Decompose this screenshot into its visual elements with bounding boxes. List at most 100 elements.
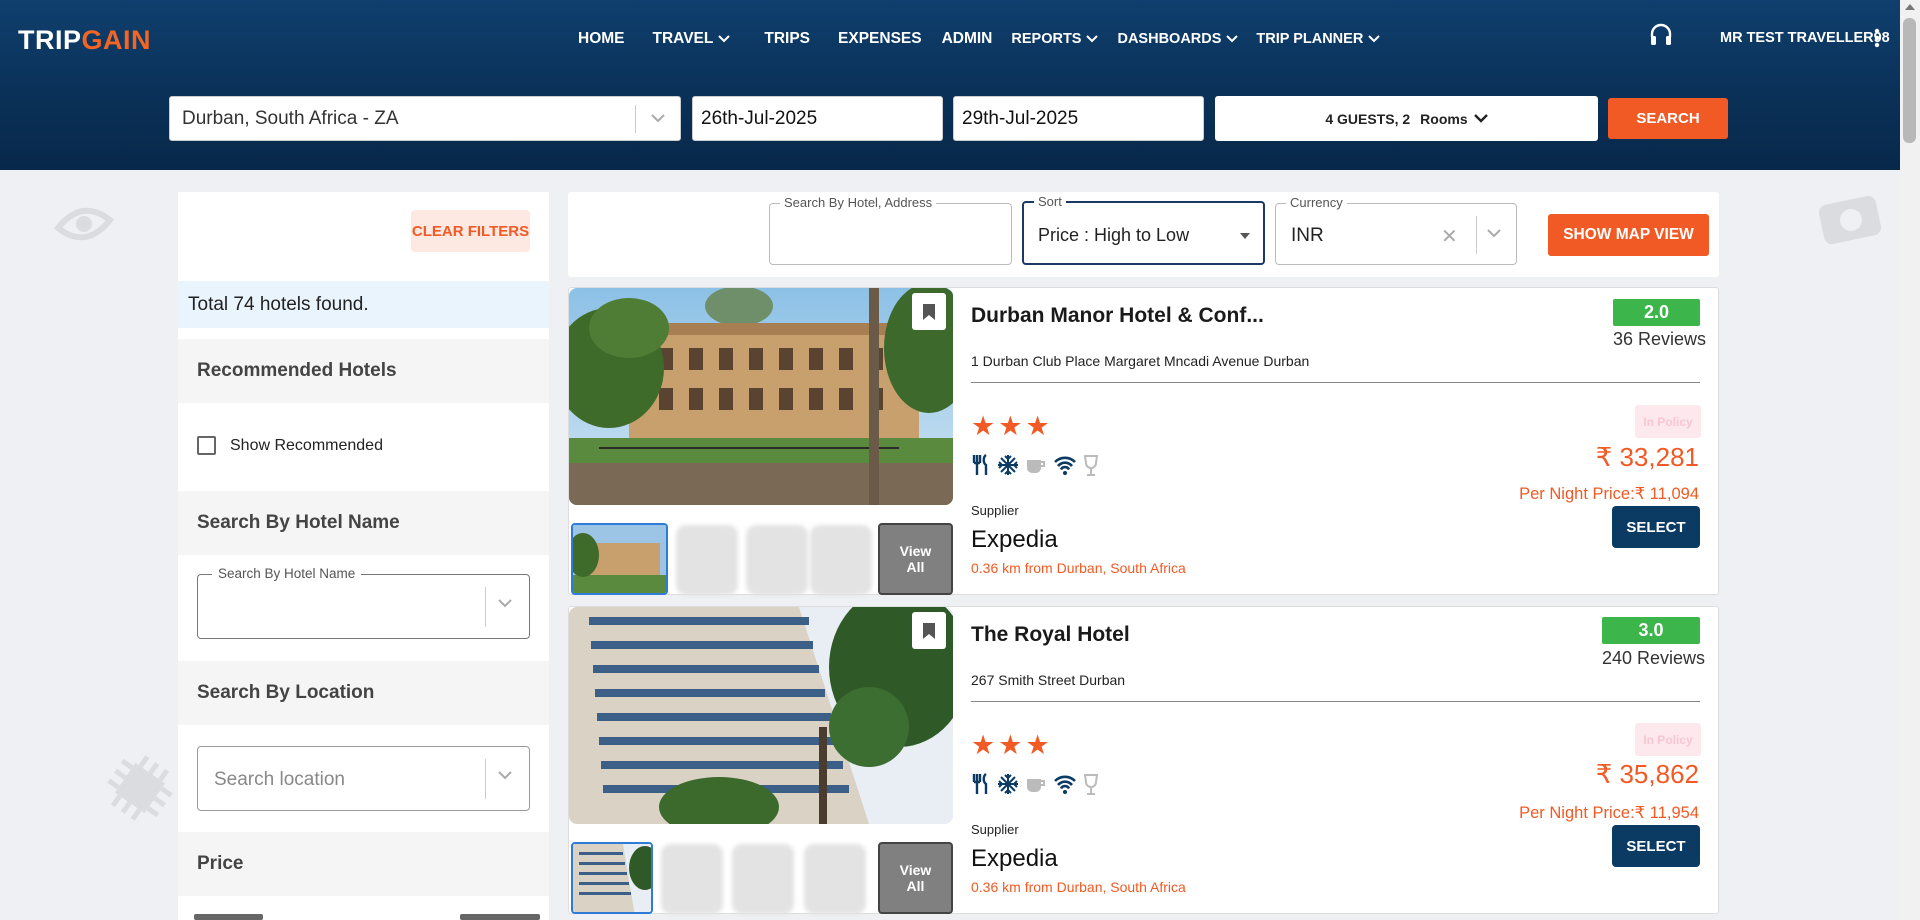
amenities [971,773,1105,795]
nav-dashboards[interactable]: DASHBOARDS [1117,31,1239,47]
price-min-input[interactable] [194,914,263,920]
chevron-down-icon[interactable] [498,771,512,780]
headset-icon[interactable] [1648,22,1674,48]
tripgain-logo[interactable]: TRIP GAIN [18,20,151,60]
thumbnail-placeholder [732,844,794,914]
nav-home[interactable]: HOME [578,30,625,48]
thumbnail-placeholder [676,525,738,595]
scrollbar-thumb[interactable] [1903,18,1916,143]
thumbnail-image[interactable] [571,842,653,914]
chevron-down-icon[interactable] [636,114,680,123]
star-icon: ★ [971,411,996,441]
thumbnail-placeholder [746,525,808,595]
review-count[interactable]: 240 Reviews [1602,648,1705,669]
destination-select[interactable]: Durban, South Africa - ZA [169,96,681,141]
clear-filters-button[interactable]: CLEAR FILTERS [411,210,530,252]
logo-part-gain: GAIN [81,24,152,55]
checkbox-box[interactable] [197,436,216,455]
chevron-down-icon [1086,35,1099,43]
star-icon: ★ [1025,730,1050,760]
sort-legend: Sort [1034,194,1066,209]
sort-select[interactable]: Sort Price : High to Low [1022,194,1265,265]
distance-info: 0.36 km from Durban, South Africa [971,560,1186,576]
checkout-date-field[interactable]: 29th-Jul-2025 [953,96,1204,141]
checkin-date-field[interactable]: 26th-Jul-2025 [692,96,943,141]
nav-reports-label: REPORTS [1011,31,1082,47]
coffee-icon [1027,779,1045,792]
hotel-card: View All The Royal Hotel 267 Smith Street… [568,606,1719,914]
nav-trips[interactable]: TRIPS [764,30,810,48]
chevron-down-icon [718,35,731,43]
thumbnail-placeholder [661,844,723,914]
restaurant-icon [972,773,988,794]
review-count[interactable]: 36 Reviews [1613,329,1706,350]
thumbnail-placeholder [804,844,866,914]
chevron-down-icon [1226,35,1239,43]
hotel-photo[interactable] [569,288,953,505]
nav-home-label: HOME [578,30,625,47]
star-icon: ★ [998,730,1023,760]
supplier-label: Supplier [971,822,1019,837]
thumbnail-image[interactable] [571,523,668,595]
currency-legend: Currency [1286,195,1347,210]
chevron-down-icon[interactable] [498,599,512,608]
thumbnail-placeholder [810,525,872,595]
chevron-down-icon [1368,35,1381,43]
policy-badge: In Policy [1635,723,1701,756]
recommended-hotels-heading: Recommended Hotels [178,339,549,403]
view-all-word: View [899,543,932,559]
guests-rooms-selector[interactable]: 4 GUESTS, 2 Rooms [1215,96,1598,141]
distance-info: 0.36 km from Durban, South Africa [971,879,1186,895]
bookmark-icon[interactable] [912,612,946,649]
select-hotel-button[interactable]: SELECT [1612,825,1700,867]
hotel-name[interactable]: Durban Manor Hotel & Conf... [971,304,1264,328]
hotel-name[interactable]: The Royal Hotel [971,623,1130,647]
scroll-up-arrow-icon[interactable] [1905,4,1915,10]
search-by-hotel-name-heading: Search By Hotel Name [178,491,549,555]
nav-admin[interactable]: ADMIN [942,30,993,48]
more-vertical-icon[interactable] [1874,28,1880,48]
hotel-name-select[interactable]: Search By Hotel Name [197,566,530,639]
hotel-name-legend: Search By Hotel Name [212,566,362,581]
wifi-icon [1054,775,1076,794]
supplier-label: Supplier [971,503,1019,518]
hotel-address: 1 Durban Club Place Margaret Mncadi Aven… [971,353,1310,369]
nav-travel[interactable]: TRAVEL [653,30,731,48]
view-all-photos-button[interactable]: View All [878,842,953,914]
currency-select[interactable]: Currency INR ✕ [1275,195,1517,265]
star-icon: ★ [971,730,996,760]
bookmark-icon[interactable] [912,293,946,330]
sort-value: Price : High to Low [1038,225,1190,245]
nav-trip-planner[interactable]: TRIP PLANNER [1256,31,1381,47]
divider [485,759,486,799]
show-recommended-label: Show Recommended [230,436,383,454]
clear-icon[interactable]: ✕ [1441,224,1458,249]
wifi-icon [1054,456,1076,475]
star-icon: ★ [1025,411,1050,441]
hotel-address-search-input[interactable]: Search By Hotel, Address [769,195,1012,265]
divider [971,382,1700,383]
hotel-photo[interactable] [569,607,953,824]
show-recommended-checkbox[interactable]: Show Recommended [197,436,383,455]
view-all-word: All [906,878,925,894]
nav-expenses[interactable]: EXPENSES [838,30,922,48]
select-hotel-button[interactable]: SELECT [1612,506,1700,548]
rooms-label: Rooms [1420,110,1468,127]
bar-icon [1083,774,1099,795]
restaurant-icon [972,454,988,475]
divider [1476,216,1477,254]
star-rating: ★ ★ ★ [971,413,1053,440]
view-all-word: All [906,559,925,575]
nav-reports[interactable]: REPORTS [1011,31,1099,47]
supplier-name: Expedia [971,845,1058,872]
nav-trips-label: TRIPS [764,30,811,47]
user-menu[interactable]: MR TEST TRAVELLER98 [1720,30,1890,46]
show-map-view-button[interactable]: SHOW MAP VIEW [1548,214,1709,256]
price-max-input[interactable] [460,914,540,920]
view-all-word: View [899,862,932,878]
chevron-down-icon[interactable] [1487,229,1501,238]
location-select[interactable]: Search location [197,746,530,811]
view-all-photos-button[interactable]: View All [878,523,953,595]
search-button[interactable]: SEARCH [1608,98,1728,139]
coffee-icon [1027,460,1045,473]
